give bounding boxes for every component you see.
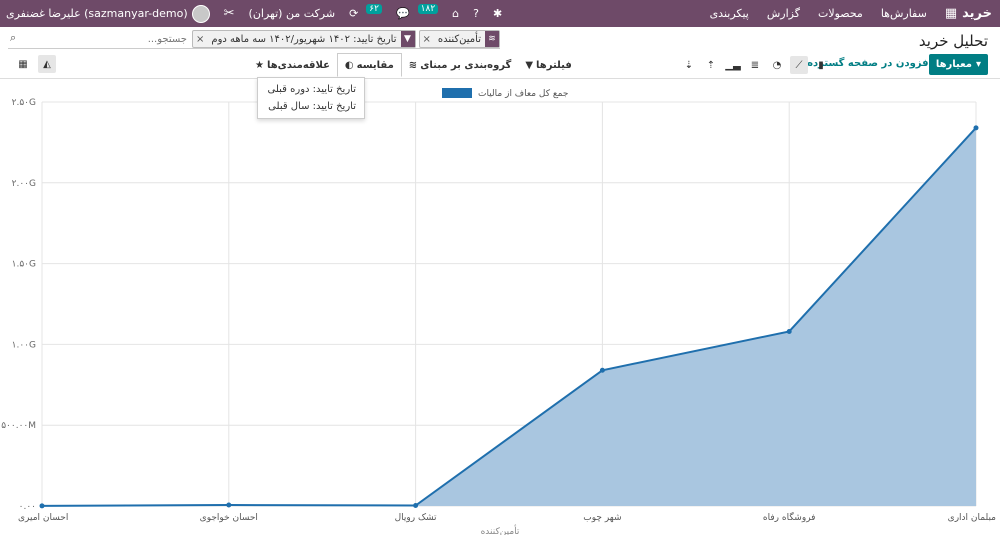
help-icon[interactable]: ?	[473, 7, 479, 20]
facet-label: تأمین‌کننده	[437, 33, 481, 45]
search-bar: ≋ تأمین‌کننده × ▼ تاریخ تایید: ۱۴۰۲ شهری…	[8, 30, 500, 48]
x-tick-label: تشک رویال	[395, 513, 437, 523]
x-axis-label: تأمین‌کننده	[481, 524, 520, 535]
compare-button[interactable]: ◐ مقایسه	[336, 53, 402, 77]
data-point	[599, 367, 605, 373]
y-tick-label: ۰.۰۰	[19, 502, 36, 512]
y-tick-label: ۲.۰۰G	[12, 179, 36, 189]
company-switcher[interactable]: شرکت من (تهران)	[249, 7, 336, 20]
user-menu[interactable]: علیرضا غضنفری (sazmanyar-demo)	[6, 4, 210, 23]
activity-clock-icon[interactable]: ⟳	[349, 7, 358, 20]
chat-icon[interactable]: 💬	[396, 7, 410, 20]
y-tick-label: ۱.۵۰G	[12, 260, 36, 270]
sort-descending-icon[interactable]: ⇣	[680, 56, 698, 74]
facet-label: تاریخ تایید: ۱۴۰۲ شهریور/۱۴۰۲ سه ماهه دو…	[211, 33, 397, 45]
activity-badge: ۶۲	[366, 3, 382, 14]
favorites-button[interactable]: ★ علاقه‌مندی‌ها	[248, 54, 337, 76]
data-point	[226, 502, 232, 508]
data-point	[973, 125, 979, 131]
measures-button[interactable]: معیارها ▾	[928, 54, 988, 75]
toolbar-divider	[0, 78, 1000, 79]
favorites-label: علاقه‌مندی‌ها	[266, 59, 330, 71]
page-title: تحلیل خرید	[918, 32, 988, 50]
graph-view-icon[interactable]: ◭	[38, 55, 56, 73]
message-badge: ۱۸۲	[417, 3, 439, 14]
bug-icon[interactable]: ✱	[493, 7, 502, 20]
legend-swatch	[442, 88, 472, 98]
compare-dropdown: تاریخ تایید: دوره قبلی تاریخ تایید: سال …	[257, 77, 365, 119]
avatar[interactable]	[191, 4, 210, 23]
y-tick-label: ۲.۵۰G	[12, 98, 36, 108]
menu-reporting[interactable]: گزارش	[767, 7, 800, 20]
filter-icon: ▼	[525, 59, 534, 71]
line-chart-icon[interactable]: ⟋	[790, 56, 808, 74]
chart-type-switcher: ⇣ ⇡ ▁▃ ≣ ◔ ⟋ ▮	[680, 55, 830, 75]
measures-label: معیارها	[935, 59, 972, 70]
x-tick-label: احسان امیری	[18, 513, 68, 523]
stacked-icon[interactable]: ≣	[746, 56, 764, 74]
y-tick-label: ۵۰۰.۰۰M	[1, 421, 36, 431]
remove-facet-icon[interactable]: ×	[420, 34, 434, 45]
search-panel-buttons: ▼ فیلترها ≋ گروه‌بندی بر مبنای ◐ مقایسه …	[248, 53, 579, 77]
groupby-button[interactable]: ≋ گروه‌بندی بر مبنای	[402, 54, 519, 76]
remove-facet-icon[interactable]: ×	[193, 34, 207, 45]
pivot-view-icon[interactable]: ▦	[14, 55, 32, 73]
layers-icon: ≋	[408, 59, 418, 71]
app-name[interactable]: خرید	[962, 6, 992, 21]
caret-down-icon: ▾	[975, 59, 981, 70]
bar-chart-icon[interactable]: ▁▃	[724, 56, 742, 74]
user-name[interactable]: علیرضا غضنفری (sazmanyar-demo)	[6, 7, 188, 20]
data-point	[413, 503, 419, 509]
apps-grid-icon[interactable]: ▦	[945, 6, 957, 21]
x-tick-label: شهر چوب	[583, 513, 621, 523]
x-tick-label: فروشگاه رفاه	[763, 511, 816, 523]
sort-ascending-icon[interactable]: ⇡	[702, 56, 720, 74]
facet-filter-date[interactable]: ▼ تاریخ تایید: ۱۴۰۲ شهریور/۱۴۰۲ سه ماهه …	[191, 30, 416, 48]
layers-icon: ≋	[485, 31, 499, 47]
filter-icon: ▼	[400, 31, 415, 47]
x-tick-label: احسان خواجوی	[200, 513, 258, 523]
x-tick-label: مبلمان اداری	[948, 513, 997, 523]
series-area	[42, 127, 976, 506]
compare-previous-year[interactable]: تاریخ تایید: سال قبلی	[258, 98, 364, 115]
pie-chart-icon[interactable]: ◔	[768, 56, 786, 74]
groupby-label: گروه‌بندی بر مبنای	[420, 59, 512, 71]
data-point	[786, 328, 792, 334]
view-switcher: ▦ ◭	[14, 55, 56, 73]
compare-label: مقایسه	[356, 59, 394, 71]
bank-icon[interactable]: ⌂	[452, 7, 459, 20]
search-underline	[8, 48, 500, 49]
legend-label: جمع کل معاف از مالیات	[478, 89, 568, 99]
half-circle-icon: ◐	[344, 59, 354, 71]
filters-button[interactable]: ▼ فیلترها	[518, 54, 578, 76]
y-tick-label: ۱.۰۰G	[12, 340, 36, 350]
area-chart: ۰.۰۰ ۵۰۰.۰۰M ۱.۰۰G ۱.۵۰G ۲.۰۰G ۲.۵۰G احسان امی…	[1, 88, 997, 535]
facet-groupby-vendor[interactable]: ≋ تأمین‌کننده ×	[418, 30, 500, 48]
settings-tools-icon[interactable]: ✂	[224, 6, 235, 21]
app-menu[interactable]: ▦ خرید	[945, 6, 992, 21]
bar-chart-alt-icon[interactable]: ▮	[812, 56, 830, 74]
filters-label: فیلترها	[536, 59, 572, 71]
menu-orders[interactable]: سفارش‌ها	[881, 7, 927, 20]
star-icon: ★	[255, 59, 264, 71]
compare-previous-period[interactable]: تاریخ تایید: دوره قبلی	[258, 81, 364, 98]
data-point	[39, 503, 45, 509]
top-navbar: ▦ خرید سفارش‌ها محصولات گزارش پیکربندی ع…	[0, 0, 1000, 27]
menu-configuration[interactable]: پیکربندی	[710, 7, 749, 20]
search-input[interactable]	[74, 32, 189, 46]
menu-products[interactable]: محصولات	[818, 7, 863, 20]
